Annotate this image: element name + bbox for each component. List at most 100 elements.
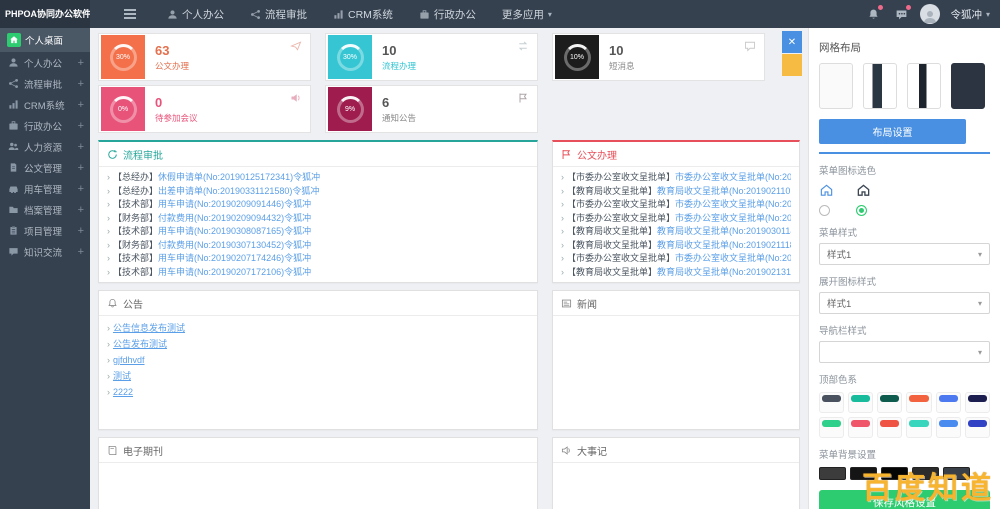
- panel-title: 大事记: [577, 443, 607, 458]
- refresh-icon: [107, 149, 118, 160]
- sidebar-item-archive-management[interactable]: 档案管理 +: [0, 199, 90, 220]
- theme-toggle-button[interactable]: [782, 54, 802, 76]
- sidebar-item-crm-system[interactable]: CRM系统 +: [0, 94, 90, 115]
- color-swatch[interactable]: [819, 417, 844, 438]
- navbar-style-select[interactable]: ▾: [819, 341, 990, 363]
- stat-card-messages[interactable]: 10% 10短消息: [552, 33, 765, 81]
- workflow-link[interactable]: 用车申请(No:20190207172106)令狐冲: [158, 267, 311, 277]
- sidebar-item-personal-desktop[interactable]: 个人桌面: [0, 28, 90, 52]
- user-avatar[interactable]: [920, 4, 940, 24]
- document-link[interactable]: 教育局收文呈批单(No:20190211011842)令狐冲: [657, 186, 791, 196]
- color-swatch[interactable]: [936, 392, 961, 413]
- color-swatch[interactable]: [965, 417, 990, 438]
- home-solid-icon[interactable]: [856, 183, 871, 198]
- sidebar-item-personal-office[interactable]: 个人办公 +: [0, 52, 90, 73]
- announcement-link[interactable]: 2222: [113, 387, 133, 397]
- user-menu[interactable]: 令狐冲 ▾: [950, 7, 990, 22]
- users-icon: [7, 140, 20, 153]
- document-link[interactable]: 市委办公室收文呈批单(No:20190409004012)令狐冲: [675, 199, 791, 209]
- color-swatch[interactable]: [819, 392, 844, 413]
- announcement-link[interactable]: 公告信息发布测试: [113, 323, 185, 333]
- list-item: ›【技术部】用车申请(No:20190308087165)令狐冲: [107, 225, 529, 239]
- color-swatch[interactable]: [906, 392, 931, 413]
- home-outline-icon[interactable]: [819, 183, 834, 198]
- flag-icon: [561, 149, 572, 160]
- messages-chat-icon[interactable]: [892, 5, 910, 23]
- panel-document-handling: 公文办理 ›【市委办公室收文呈批单】市委办公室收文呈批单(No:20190211…: [552, 140, 800, 283]
- watermark: 百度知道: [862, 463, 994, 507]
- expand-plus-icon: +: [78, 204, 84, 216]
- sidebar-item-project-management[interactable]: 项目管理 +: [0, 220, 90, 241]
- nav-more-apps[interactable]: 更多应用 ▾: [489, 0, 565, 28]
- color-swatch[interactable]: [877, 417, 902, 438]
- sidebar-item-admin-office[interactable]: 行政办公 +: [0, 115, 90, 136]
- stat-card-workflows[interactable]: 30% 10流程办理: [325, 33, 538, 81]
- notifications-bell-icon[interactable]: [864, 5, 882, 23]
- color-swatch[interactable]: [848, 392, 873, 413]
- nav-workflow-approval[interactable]: 流程审批: [237, 0, 320, 28]
- document-link[interactable]: 市委办公室收文呈批单(No:20190409004005)令狐冲: [675, 213, 791, 223]
- workflow-link[interactable]: 用车申请(No:20190209091446)令狐冲: [158, 199, 311, 209]
- top-color-swatches: [819, 392, 990, 438]
- workflow-link[interactable]: 用车申请(No:20190207174246)令狐冲: [158, 253, 311, 263]
- close-settings-button[interactable]: ✕: [782, 31, 802, 53]
- document-link[interactable]: 教育局收文呈批单(No:20190301140656)令狐冲: [657, 226, 791, 236]
- stat-card-notices[interactable]: 9% 6通知公告: [325, 85, 538, 133]
- color-swatch[interactable]: [906, 417, 931, 438]
- bar-chart-icon: [333, 9, 344, 20]
- expand-icon-style-select[interactable]: 样式1 ▾: [819, 292, 990, 314]
- document-link[interactable]: 教育局收文呈批单(No:20190213134133)令狐冲: [657, 267, 791, 277]
- settings-tabbar: 布局设置: [819, 109, 990, 154]
- stat-card-documents[interactable]: 30% 63公文办理: [98, 33, 311, 81]
- panel-header: 公告: [99, 291, 537, 316]
- nav-personal-office[interactable]: 个人办公: [154, 0, 237, 28]
- workflow-link[interactable]: 出差申请单(No:20190331121580)令狐冲: [158, 186, 319, 196]
- document-link[interactable]: 市委办公室收文呈批单(No:20190213115423)令狐冲: [675, 253, 791, 263]
- layout-option-2[interactable]: [863, 63, 897, 109]
- workflow-link[interactable]: 休假申请单(No:20190125172341)令狐冲: [158, 172, 320, 182]
- workflow-link[interactable]: 付款费用(No:20190307130452)令狐冲: [158, 240, 311, 250]
- sidebar-item-human-resources[interactable]: 人力资源 +: [0, 136, 90, 157]
- menu-style-select[interactable]: 样式1 ▾: [819, 243, 990, 265]
- radio-selected-green[interactable]: [856, 205, 867, 216]
- layout-option-4[interactable]: [951, 63, 985, 109]
- list-item: ›【总经办】休假申请单(No:20190125172341)令狐冲: [107, 171, 529, 185]
- sidebar-item-knowledge-exchange[interactable]: 知识交流 +: [0, 241, 90, 262]
- user-name: 令狐冲: [950, 7, 982, 22]
- color-swatch[interactable]: [848, 417, 873, 438]
- sidebar-item-workflow-approval[interactable]: 流程审批 +: [0, 73, 90, 94]
- nav-crm-system[interactable]: CRM系统: [320, 0, 406, 28]
- style-settings-panel: 网格布局 布局设置 菜单图标选色 菜单样式 样式1 ▾ 展开图标样式 样式1 ▾…: [808, 28, 1000, 509]
- nav-admin-office[interactable]: 行政办公: [406, 0, 489, 28]
- chat-icon: [7, 245, 20, 258]
- document-link[interactable]: 市委办公室收文呈批单(No:20190211101846)令狐冲: [675, 172, 791, 182]
- color-swatch[interactable]: [936, 417, 961, 438]
- stat-card-meetings[interactable]: 0% 0待参加会议: [98, 85, 311, 133]
- layout-option-1[interactable]: [819, 63, 853, 109]
- expand-plus-icon: +: [78, 225, 84, 237]
- list-item: ›公告发布测试: [107, 336, 529, 352]
- layout-thumbnails: [819, 63, 990, 109]
- speaker-icon: [290, 92, 302, 104]
- announcement-link[interactable]: gjfdhvdf: [113, 355, 145, 365]
- menu-bg-option[interactable]: [819, 467, 846, 480]
- workflow-link[interactable]: 用车申请(No:20190308087165)令狐冲: [158, 226, 311, 236]
- announcement-link[interactable]: 测试: [113, 371, 131, 381]
- list-item: ›公告信息发布测试: [107, 320, 529, 336]
- sidebar-item-vehicle-management[interactable]: 用车管理 +: [0, 178, 90, 199]
- chevron-down-icon: ▾: [978, 250, 982, 259]
- radio-unselected[interactable]: [819, 205, 830, 216]
- layout-settings-button[interactable]: 布局设置: [819, 119, 966, 144]
- icon-color-radios: [819, 205, 990, 216]
- clipboard-icon: [7, 224, 20, 237]
- announcement-link[interactable]: 公告发布测试: [113, 339, 167, 349]
- hamburger-menu-icon[interactable]: [124, 9, 136, 19]
- stat-label: 公文办理: [155, 60, 189, 72]
- color-swatch[interactable]: [965, 392, 990, 413]
- document-link[interactable]: 教育局收文呈批单(No:20190211180134)令狐冲: [657, 240, 791, 250]
- workflow-link[interactable]: 付款费用(No:20190209094432)令狐冲: [158, 213, 311, 223]
- layout-option-3[interactable]: [907, 63, 941, 109]
- menu-background-label: 菜单背景设置: [819, 447, 990, 461]
- sidebar-item-document-management[interactable]: 公文管理 +: [0, 157, 90, 178]
- color-swatch[interactable]: [877, 392, 902, 413]
